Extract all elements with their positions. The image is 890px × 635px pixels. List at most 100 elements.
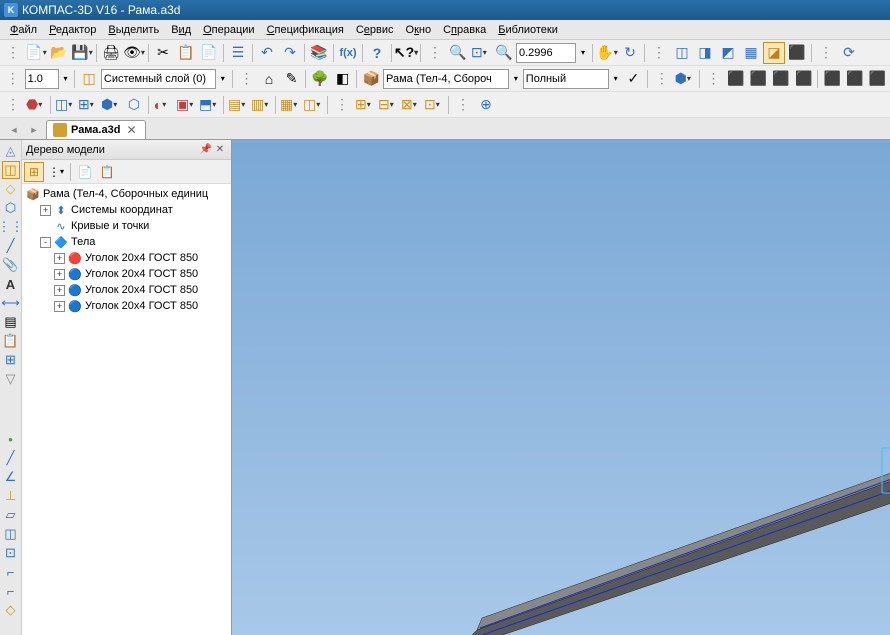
attach-icon[interactable]: 📎 (2, 256, 20, 274)
grip-icon[interactable]: ⋮ (2, 94, 24, 116)
tree-mode-struct[interactable]: ⋮▾ (46, 162, 66, 182)
panel-close-button[interactable]: ✕ (213, 143, 227, 157)
copy-button[interactable]: 📋 (175, 42, 197, 64)
view-button-2[interactable]: ⬛ (748, 68, 770, 90)
perspective-button[interactable]: ⬛ (786, 42, 808, 64)
view-button-5[interactable]: ⬛ (821, 68, 843, 90)
filter-icon[interactable]: ▽ (2, 370, 20, 388)
pin-button[interactable]: 📌 (199, 143, 213, 157)
tree-toggle[interactable]: + (54, 253, 65, 264)
library-button[interactable]: 📚 (308, 42, 330, 64)
op-button-9[interactable]: ▤▾ (227, 94, 249, 116)
hidden-button[interactable]: ◨ (694, 42, 716, 64)
viewport-3d[interactable] (232, 140, 890, 635)
tree-toggle[interactable]: + (54, 285, 65, 296)
tree-node[interactable]: +🔵Уголок 20x4 ГОСТ 850 (24, 266, 229, 282)
doc-tab[interactable]: Рама.a3d ✕ (46, 120, 146, 139)
context-help-button[interactable]: ↖?▾ (395, 42, 417, 64)
op-button-12[interactable]: ◫▾ (302, 94, 324, 116)
layer-combo[interactable] (101, 69, 216, 89)
doc-dropdown[interactable]: ▾ (510, 68, 522, 90)
op-button-7[interactable]: ▣▾ (175, 94, 197, 116)
view-button-7[interactable]: ⬛ (867, 68, 889, 90)
grip-icon[interactable]: ⋮ (424, 42, 446, 64)
array-button-2[interactable]: ⊟▾ (377, 94, 399, 116)
tree-toggle[interactable]: + (54, 269, 65, 280)
grip-icon[interactable]: ⋮ (452, 94, 474, 116)
grip-icon[interactable]: ⋮ (236, 68, 258, 90)
grip-icon[interactable]: ⋮ (2, 42, 24, 64)
scene-edit-button[interactable]: ✎ (281, 68, 303, 90)
view-button-4[interactable]: ⬛ (793, 68, 815, 90)
grip-icon[interactable]: ⋮ (331, 94, 353, 116)
print-button[interactable]: 🖨 (100, 42, 122, 64)
redo-button[interactable]: ↷ (279, 42, 301, 64)
frame-icon[interactable]: ⊡ (2, 544, 20, 562)
tree-node[interactable]: -🔷Тела (24, 234, 229, 250)
menu-view[interactable]: Вид (165, 22, 197, 38)
tab-close-button[interactable]: ✕ (124, 123, 138, 137)
undo-button[interactable]: ↶ (256, 42, 278, 64)
tree-root[interactable]: 📦 Рама (Тел-4, Сборочных единиц (24, 186, 229, 202)
tree-mode-build[interactable]: ⊞ (24, 162, 44, 182)
grip-icon[interactable]: ⋮ (2, 68, 24, 90)
zoom-window-button[interactable]: 🔍 (447, 42, 469, 64)
tree-node[interactable]: +🔵Уголок 20x4 ГОСТ 850 (24, 282, 229, 298)
view-button-1[interactable]: ⬛ (725, 68, 747, 90)
tree-toggle[interactable]: + (54, 301, 65, 312)
pan-button[interactable]: ✋▾ (596, 42, 618, 64)
bool-button[interactable]: ⊕ (475, 94, 497, 116)
tree-props-button[interactable]: 📋 (97, 162, 117, 182)
shaded-button[interactable]: ▦ (740, 42, 762, 64)
variables-button[interactable]: f(x) (337, 42, 359, 64)
layer-manager-button[interactable]: ◫ (78, 68, 100, 90)
style-combo[interactable] (523, 69, 609, 89)
array-button-3[interactable]: ⊠▾ (400, 94, 422, 116)
menu-libraries[interactable]: Библиотеки (492, 22, 564, 38)
menu-help[interactable]: Справка (437, 22, 492, 38)
op-button-5[interactable]: ⬡ (123, 94, 145, 116)
menu-window[interactable]: Окно (400, 22, 438, 38)
orientation-button[interactable]: ⬢▾ (674, 68, 696, 90)
rebuild-button[interactable]: ⟳ (838, 42, 860, 64)
style-apply-button[interactable]: ✓ (623, 68, 645, 90)
surface-icon[interactable]: ⬡ (2, 199, 20, 217)
tree-node[interactable]: ∿Кривые и точки (24, 218, 229, 234)
menu-editor[interactable]: Редактор (43, 22, 102, 38)
op-button-6[interactable]: ◐▾ (152, 94, 174, 116)
dim-icon[interactable]: ⟷ (2, 294, 20, 312)
edit-icon[interactable]: ◫ (2, 161, 20, 179)
array-button-1[interactable]: ⊞▾ (354, 94, 376, 116)
op-button-2[interactable]: ◫▾ (54, 94, 76, 116)
tree-node[interactable]: +⬍Системы координат (24, 202, 229, 218)
op-button-3[interactable]: ⊞▾ (77, 94, 99, 116)
help-button[interactable]: ? (366, 42, 388, 64)
sketch-icon[interactable]: ◬ (2, 142, 20, 160)
tree-show-button[interactable]: 📄 (75, 162, 95, 182)
menu-file[interactable]: Файл (4, 22, 43, 38)
grip-icon[interactable]: ⋮ (815, 42, 837, 64)
elements-icon[interactable]: ⊞ (2, 351, 20, 369)
op-button-1[interactable]: ⬣▾ (25, 94, 47, 116)
hidden-thin-button[interactable]: ◩ (717, 42, 739, 64)
grip-icon[interactable]: ⋮ (651, 68, 673, 90)
cut-button[interactable]: ✂ (152, 42, 174, 64)
op-button-11[interactable]: ▦▾ (279, 94, 301, 116)
angle-icon[interactable]: ∠ (2, 468, 20, 486)
aux-icon[interactable]: ╱ (2, 237, 20, 255)
tree-show-button[interactable]: 🌳 (309, 68, 331, 90)
paste-button[interactable]: 📄 (198, 42, 220, 64)
tree-body[interactable]: 📦 Рама (Тел-4, Сборочных единиц +⬍Систем… (22, 184, 231, 635)
tree-toggle[interactable]: - (40, 237, 51, 248)
section-button[interactable]: ◧ (332, 68, 354, 90)
doc-icon[interactable]: 📦 (360, 68, 382, 90)
plane2-icon[interactable]: ◫ (2, 525, 20, 543)
wireframe-button[interactable]: ◫ (671, 42, 693, 64)
open-button[interactable]: 📂 (48, 42, 70, 64)
line-icon[interactable]: ╱ (2, 449, 20, 467)
curve-icon[interactable]: ◇ (2, 180, 20, 198)
report-icon[interactable]: 📋 (2, 332, 20, 350)
tab-prev[interactable]: ◄ (4, 121, 24, 139)
tab-next[interactable]: ► (24, 121, 44, 139)
op-button-10[interactable]: ▥▾ (250, 94, 272, 116)
